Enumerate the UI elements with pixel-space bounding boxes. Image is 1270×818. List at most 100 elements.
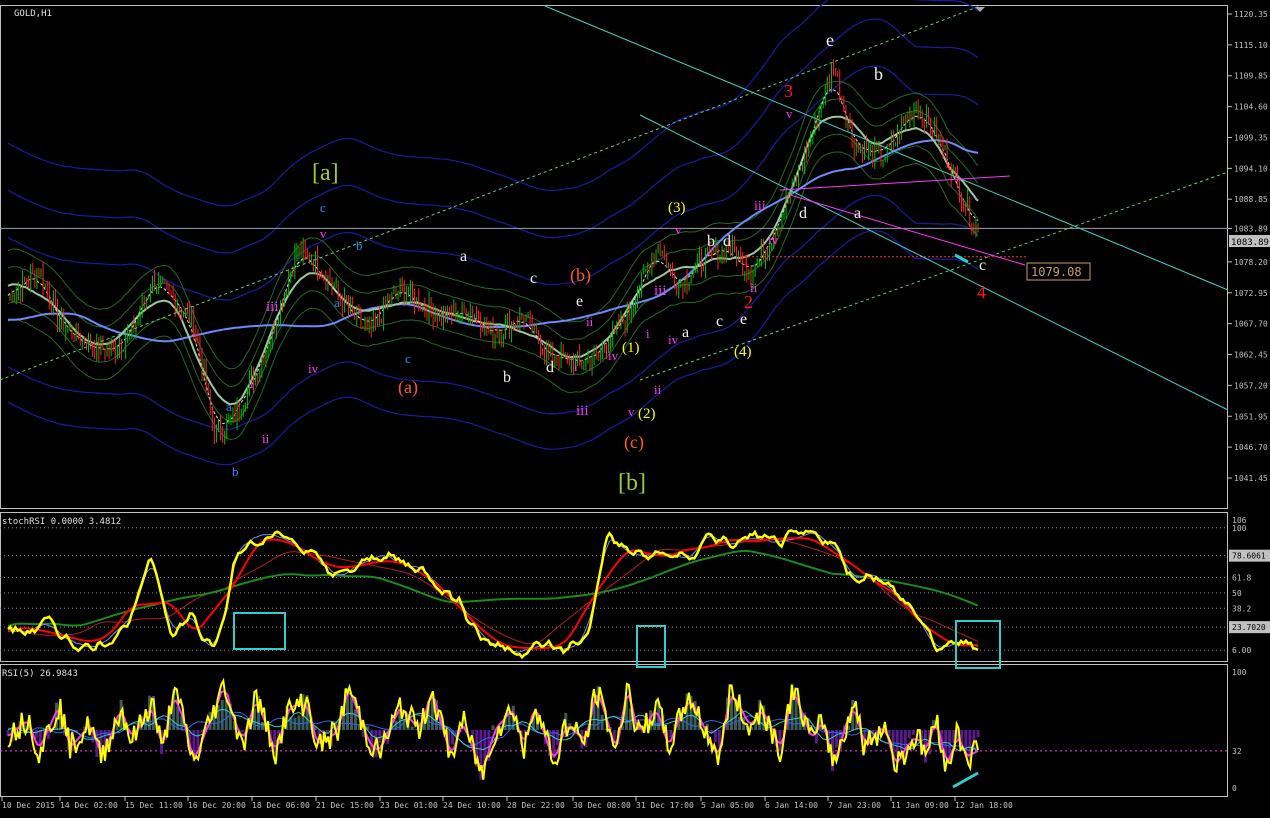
wave-label: i: [574, 359, 578, 374]
wave-label: a: [854, 205, 861, 222]
stoch-tick-label: 38.2: [1232, 604, 1251, 613]
wave-label: a: [682, 324, 689, 341]
rsi-tick-label: 32: [1232, 747, 1242, 756]
wave-label: b: [503, 369, 511, 386]
wave-label: iii: [576, 403, 589, 419]
wave-label: [a]: [312, 160, 339, 186]
wave-label: c: [716, 313, 723, 330]
time-tick-label: 21 Dec 15:00: [316, 801, 374, 810]
wave-label: d: [723, 233, 731, 250]
stoch-tick-label: 61.8: [1232, 574, 1251, 583]
rsi-tick-label: 100: [1232, 668, 1247, 677]
stoch-tick-label: 78.6061: [1232, 552, 1266, 561]
time-tick-label: 16 Dec 20:00: [188, 801, 246, 810]
time-tick-label: 14 Dec 02:00: [60, 801, 118, 810]
time-tick-label: 12 Jan 18:00: [955, 801, 1013, 810]
symbol-label: GOLD,H1: [14, 9, 52, 19]
wave-label: b: [707, 233, 715, 250]
price-tick-label: 1072.95: [1234, 289, 1268, 298]
time-tick-label: 28 Dec 22:00: [507, 801, 565, 810]
price-tick-label: 1115.10: [1234, 41, 1268, 50]
price-tick-label: 1057.20: [1234, 381, 1268, 390]
price-tick-label: 1067.70: [1234, 320, 1268, 329]
wave-label: [b]: [618, 470, 646, 496]
wave-label: ii: [262, 431, 270, 446]
wave-label: i: [646, 326, 650, 341]
time-tick-label: 11 Jan 09:00: [891, 801, 949, 810]
price-tick-label: 1109.85: [1234, 72, 1268, 81]
wave-label: (c): [624, 432, 644, 453]
time-tick-label: 6 Jan 14:00: [765, 801, 818, 810]
wave-label: e: [826, 30, 834, 50]
wave-label: c: [979, 257, 986, 274]
price-tick-label: 1104.60: [1234, 103, 1268, 112]
wave-label: e: [576, 293, 583, 310]
metatrader-chart[interactable]: [a][b](a)(b)(c)(1)(2)(3)(4)3421abcbaciii…: [0, 0, 1270, 818]
price-tick-label: 1083.89: [1234, 224, 1268, 233]
target-price-box: 1079.08: [1026, 262, 1091, 281]
time-tick-label: 10 Dec 2015: [2, 801, 55, 810]
wave-label: iv: [768, 232, 779, 247]
wave-label: i: [250, 376, 254, 391]
wave-label: iv: [308, 361, 319, 376]
wave-label: v: [675, 222, 682, 237]
current-price-marker: 1083.89: [1229, 235, 1270, 248]
wave-label: b: [232, 464, 239, 479]
wave-label: (a): [398, 377, 418, 398]
price-tick-label: 1062.45: [1234, 351, 1268, 360]
time-tick-label: 31 Dec 17:00: [636, 801, 694, 810]
target-price-label: 1079.08: [1031, 265, 1082, 279]
stoch-tick-label: 100: [1232, 524, 1247, 533]
current-price-label: 1083.89: [1231, 238, 1269, 248]
wave-label: (1): [622, 340, 640, 356]
time-tick-label: 7 Jan 23:00: [828, 801, 881, 810]
price-tick-label: 1078.20: [1234, 258, 1268, 267]
wave-label: d: [546, 359, 554, 376]
rsi-label: RSI(5) 26.9843: [2, 669, 78, 679]
stoch-tick-label: 50: [1232, 589, 1242, 598]
price-tick-label: 1051.95: [1234, 412, 1268, 421]
wave-label: c: [320, 200, 326, 215]
stoch-tick-label: 6.00: [1232, 646, 1251, 655]
wave-label: v: [628, 404, 635, 419]
wave-label: ii: [750, 280, 758, 295]
wave-label: 4: [977, 282, 986, 302]
wave-label: b: [874, 64, 883, 84]
time-tick-label: 5 Jan 05:00: [701, 801, 754, 810]
stoch-label: stochRSI 0.0000 3.4812: [2, 517, 121, 527]
wave-label: (3): [668, 200, 686, 216]
wave-label: (4): [734, 344, 752, 360]
wave-label: b: [356, 238, 363, 253]
wave-label: a: [334, 295, 340, 310]
wave-label: a: [226, 399, 232, 414]
wave-label: 2: [744, 292, 753, 312]
wave-label: v: [786, 106, 793, 121]
price-tick-label: 1088.85: [1234, 195, 1268, 204]
wave-label: ii: [654, 382, 662, 397]
wave-label: iii: [754, 199, 766, 214]
wave-label: 1: [742, 252, 750, 269]
wave-label: iv: [668, 332, 679, 347]
wave-label: v: [320, 226, 327, 241]
wave-label: e: [740, 311, 747, 328]
wave-label: c: [405, 351, 411, 366]
wave-label: iii: [654, 283, 667, 299]
rsi-tick-label: 0: [1232, 784, 1237, 793]
wave-label: d: [799, 205, 807, 222]
price-tick-label: 1120.35: [1234, 10, 1268, 19]
wave-label: iii: [266, 299, 279, 315]
price-tick-label: 1046.70: [1234, 443, 1268, 452]
stoch-tick-label: 23.7020: [1232, 623, 1266, 632]
price-tick-label: 1094.10: [1234, 164, 1268, 173]
chart-background: [0, 0, 1270, 818]
wave-label: 3: [784, 81, 793, 101]
price-tick-label: 1099.35: [1234, 133, 1268, 142]
time-tick-label: 24 Dec 10:00: [443, 801, 501, 810]
wave-label: ii: [586, 314, 594, 329]
wave-label: a: [460, 248, 467, 265]
time-tick-label: 15 Dec 11:00: [125, 801, 183, 810]
time-tick-label: 18 Dec 06:00: [252, 801, 310, 810]
wave-label: (b): [570, 265, 591, 286]
wave-label: (2): [638, 406, 656, 422]
price-tick-label: 1041.45: [1234, 474, 1268, 483]
